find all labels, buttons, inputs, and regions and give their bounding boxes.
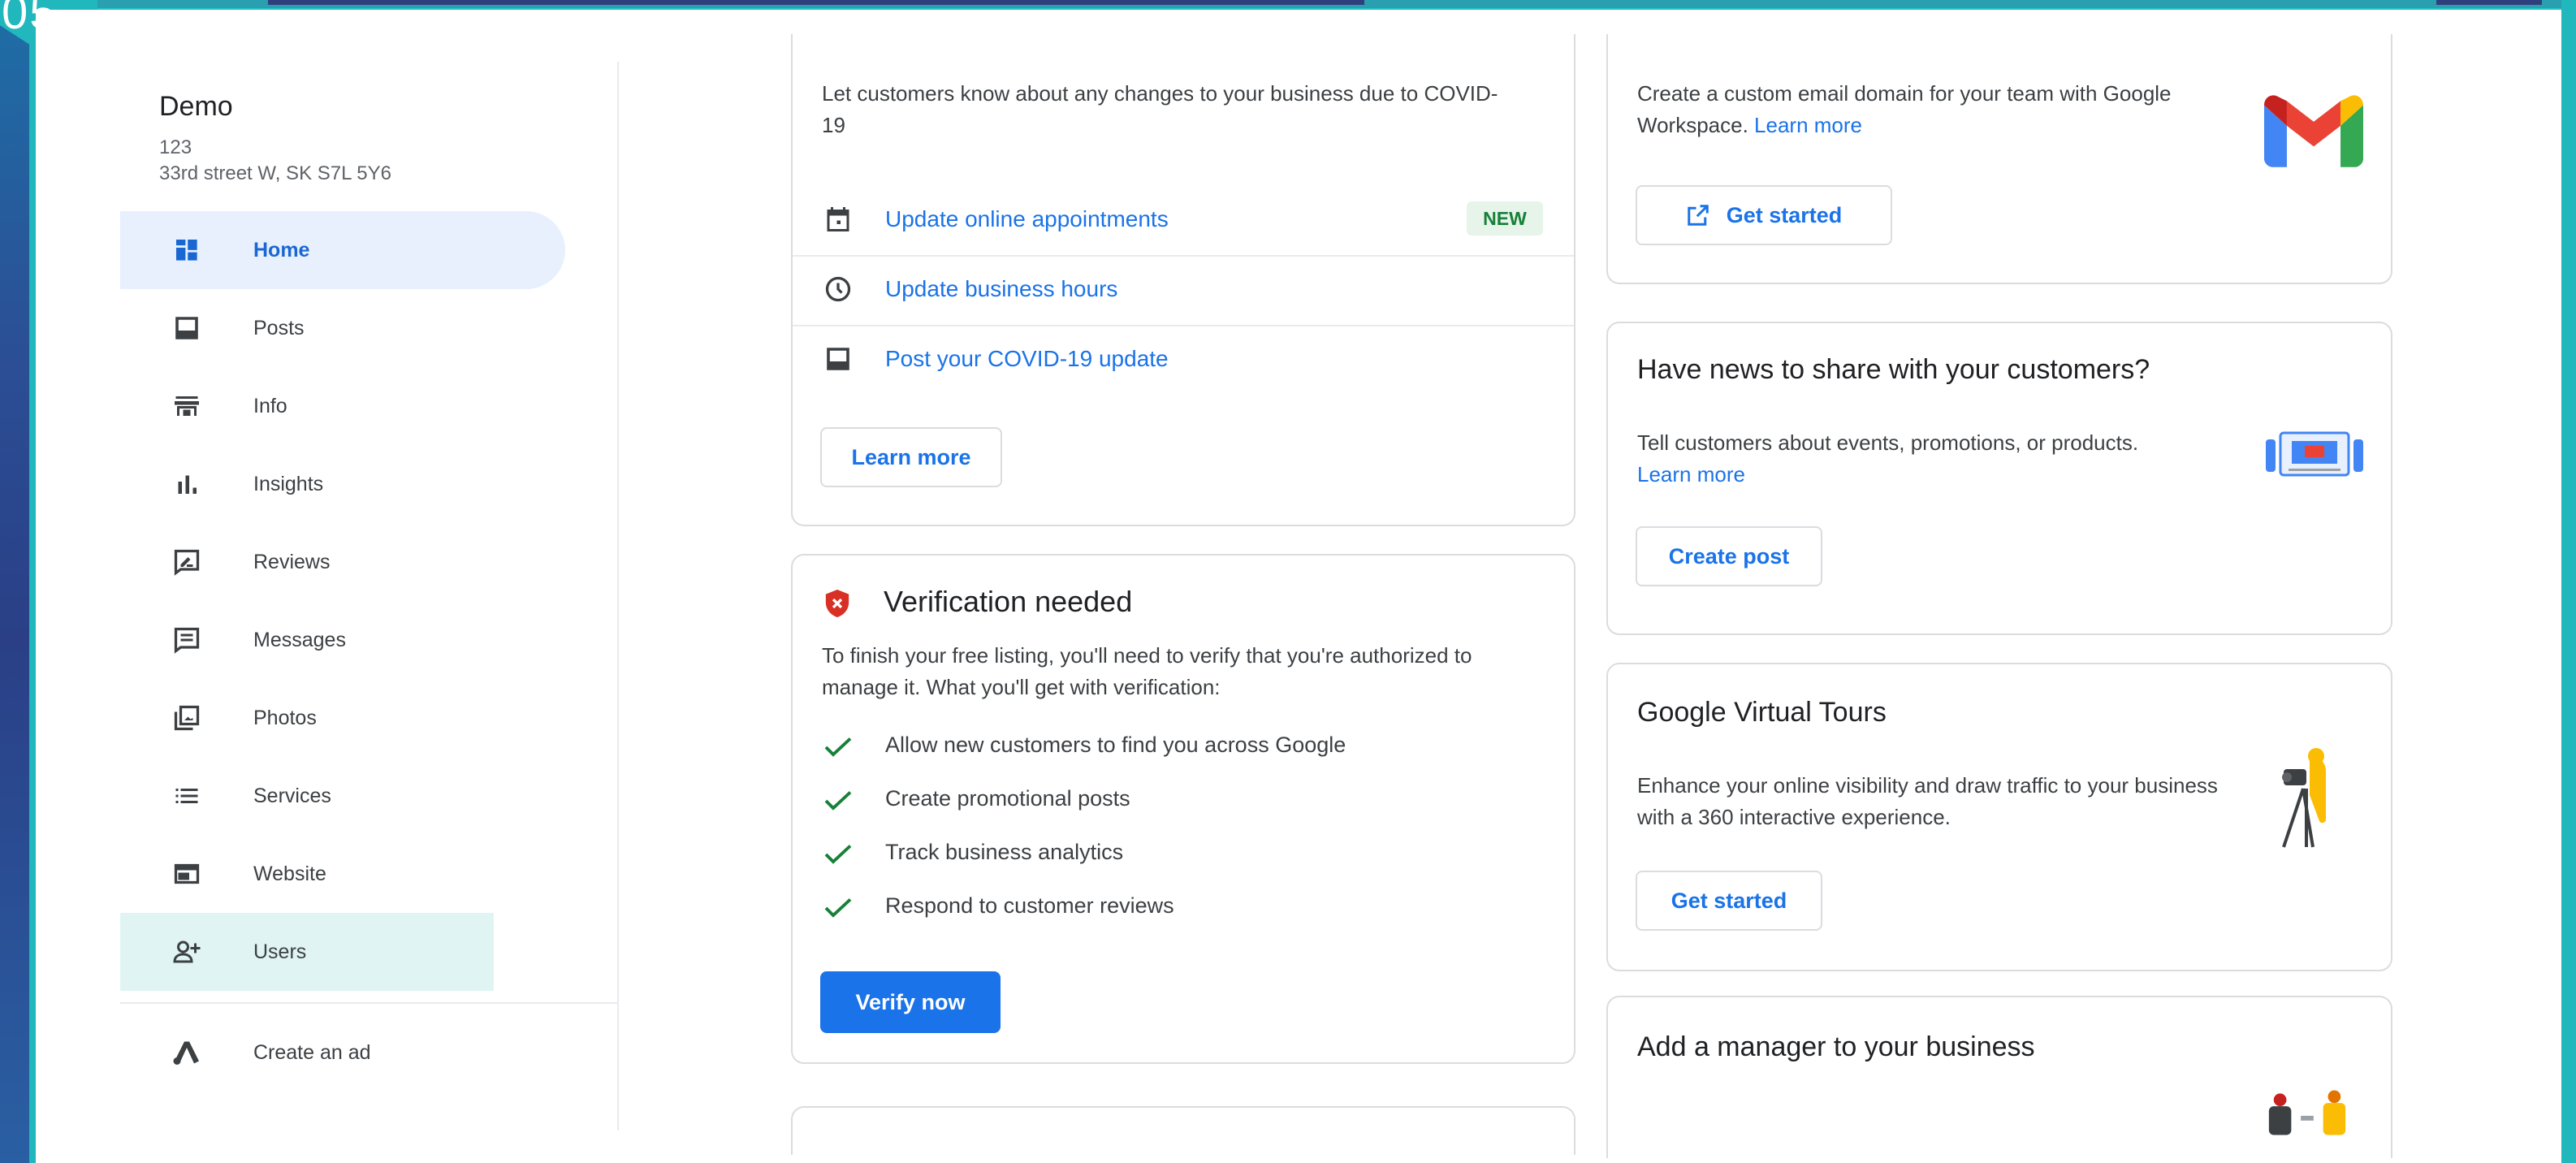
slide-frame-left-accent [29,0,36,1163]
external-link-icon [1687,205,1709,226]
workspace-get-started-button[interactable]: Get started [1636,185,1892,245]
business-name: Demo [159,91,233,122]
sidebar-item-reviews[interactable]: Reviews [120,523,565,601]
sidebar-item-services[interactable]: Services [120,757,565,835]
workspace-card: Create a custom email domain for your te… [1606,34,2392,284]
sidebar-item-label: Create an ad [253,1040,371,1064]
benefit-item: Allow new customers to find you across G… [885,733,1346,757]
dashboard-icon [175,239,197,261]
verification-card: Verification needed To finish your free … [791,554,1575,1064]
workspace-get-started-label: Get started [1726,202,1843,227]
gmail-logo-icon [2264,95,2363,167]
virtual-tours-description: Enhance your online visibility and draw … [1637,773,2218,829]
photo-library-icon [174,705,200,731]
update-hours-link[interactable]: Update business hours [885,276,1117,302]
slide-frame-left [0,0,29,1163]
benefit-item: Respond to customer reviews [885,893,1174,918]
benefit-item: Track business analytics [885,840,1124,864]
bar-chart-icon [178,475,197,494]
shield-icon [825,590,849,617]
next-card-peek [791,1106,1575,1155]
check-icon [824,898,852,918]
calendar-icon [827,207,849,231]
benefit-item: Create promotional posts [885,786,1130,811]
slide-frame-top-accent-right [2436,0,2542,5]
people-illustration-icon [2268,1090,2346,1135]
sidebar-item-posts[interactable]: Posts [120,289,565,367]
new-badge: NEW [1467,201,1543,236]
business-address-line2: 33rd street W, SK S7L 5Y6 [159,162,391,184]
sidebar-item-users[interactable]: Users [120,913,494,991]
web-icon [174,863,200,884]
sidebar-item-label: Website [253,862,326,885]
check-icon [824,791,852,811]
news-card: Have news to share with your customers? … [1606,322,2392,635]
check-icon [824,845,852,864]
sidebar-item-label: Photos [253,706,317,729]
post-icon [175,317,198,339]
slide-frame-right [2561,0,2576,1163]
add-manager-title: Add a manager to your business [1637,1031,2035,1062]
workspace-description: Create a custom email domain for your te… [1637,78,2254,141]
business-address-line1: 123 [159,136,192,158]
sidebar-item-home[interactable]: Home [120,211,565,289]
sidebar-item-label: Home [253,238,310,262]
row-divider [793,255,1574,257]
sidebar-item-label: Posts [253,316,305,339]
sidebar-divider [120,1002,617,1004]
virtual-tours-get-started-button[interactable]: Get started [1636,871,1822,931]
sidebar-item-label: Users [253,940,307,963]
news-title: Have news to share with your customers? [1637,354,2150,385]
sidebar-item-info[interactable]: Info [120,367,565,445]
verification-description: To finish your free listing, you'll need… [822,643,1472,699]
create-post-button[interactable]: Create post [1636,526,1822,586]
sidebar-item-messages[interactable]: Messages [120,601,565,679]
row-divider [793,325,1574,326]
sidebar-item-website[interactable]: Website [120,835,565,913]
rate-review-icon [174,549,200,576]
storefront-icon [175,396,199,416]
sidebar-item-label: Info [253,394,287,417]
sidebar-item-insights[interactable]: Insights [120,445,565,523]
sidebar-item-label: Messages [253,628,346,651]
workspace-learn-more-link[interactable]: Learn more [1754,113,1862,137]
sidebar-item-create-ad[interactable]: Create an ad [120,1014,565,1092]
business-profile-app: Demo 123 33rd street W, SK S7L 5Y6 Home … [36,10,2561,1158]
verify-now-button[interactable]: Verify now [820,971,1001,1033]
slide-frame-top-accent [268,0,1364,5]
google-ads-icon [173,1041,199,1065]
add-manager-card: Add a manager to your business [1606,996,2392,1158]
sidebar-item-label: Reviews [253,550,331,573]
learn-more-button[interactable]: Learn more [820,427,1002,487]
list-icon [175,789,198,803]
workspace-description-text: Create a custom email domain for your te… [1637,81,2172,137]
news-illustration-icon [2266,431,2363,477]
sidebar-item-label: Insights [253,472,324,495]
virtual-tours-card: Google Virtual Tours Enhance your online… [1606,663,2392,971]
covid-update-card: Let customers know about any changes to … [791,34,1575,526]
sidebar-item-photos[interactable]: Photos [120,679,565,757]
sidebar-nav: Home Posts Info Insights Reviews Message… [120,211,617,991]
clock-icon [825,276,851,302]
news-learn-more-link[interactable]: Learn more [1637,462,1745,486]
check-icon [824,737,852,757]
person-add-icon [173,940,201,963]
sidebar: Demo 123 33rd street W, SK S7L 5Y6 Home … [120,62,619,1131]
news-description: Tell customers about events, promotions,… [1637,427,2254,491]
covid-card-description: Let customers know about any changes to … [822,81,1498,137]
message-icon [174,627,200,654]
news-description-text: Tell customers about events, promotions,… [1637,430,2139,455]
post-covid-update-link[interactable]: Post your COVID-19 update [885,346,1169,372]
camera-tripod-icon [2282,748,2326,848]
sidebar-item-label: Services [253,784,331,807]
verification-title: Verification needed [884,585,1133,618]
virtual-tours-title: Google Virtual Tours [1637,697,1887,728]
update-appointments-link[interactable]: Update online appointments [885,206,1169,232]
post-icon [827,348,849,370]
